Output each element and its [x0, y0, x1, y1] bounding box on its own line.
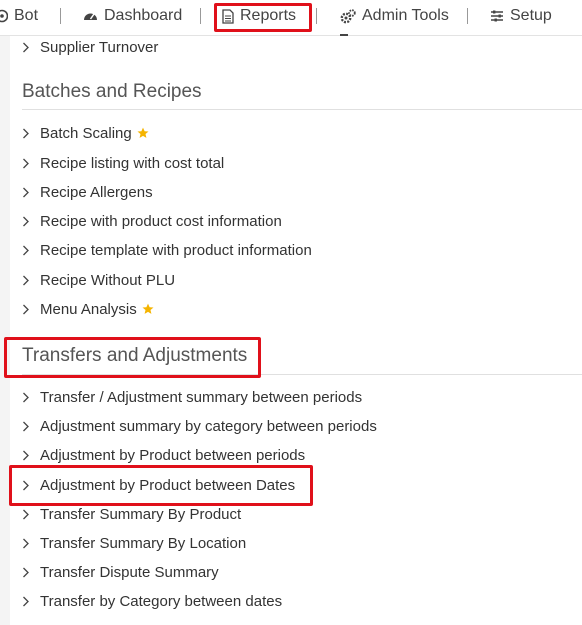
nav-bot[interactable]: Bot	[0, 0, 38, 32]
report-link-label: Transfer by Category between dates	[40, 592, 283, 610]
gears-icon	[340, 8, 356, 24]
left-gutter	[0, 36, 10, 625]
chevron-right-icon	[22, 158, 40, 169]
favorite-star-icon	[142, 303, 154, 315]
chevron-right-icon	[22, 128, 40, 139]
chevron-right-icon	[22, 567, 40, 578]
report-link-label: Recipe Without PLU	[40, 271, 176, 289]
report-link-recipe-listing[interactable]: Recipe listing with cost total	[22, 152, 224, 174]
highlight-adjustment-dates-box	[9, 465, 313, 506]
chevron-right-icon	[22, 216, 40, 227]
section-divider	[22, 109, 582, 110]
nav-separator	[467, 8, 468, 24]
highlight-transfers-title-box	[4, 337, 261, 378]
chevron-right-icon	[22, 509, 40, 520]
chevron-right-icon	[22, 275, 40, 286]
report-link-label: Menu Analysis	[40, 300, 137, 318]
report-link-transfer-dispute-summary[interactable]: Transfer Dispute Summary	[22, 561, 219, 583]
report-link-label: Transfer / Adjustment summary between pe…	[40, 388, 363, 406]
report-link-label: Recipe Allergens	[40, 183, 153, 201]
nav-admin-tools-label: Admin Tools	[362, 7, 449, 24]
report-link-supplier-turnover[interactable]: Supplier Turnover	[22, 36, 158, 58]
report-link-label: Recipe listing with cost total	[40, 154, 225, 172]
sliders-icon	[490, 9, 504, 23]
dashboard-gauge-icon	[83, 9, 98, 23]
chevron-right-icon	[22, 596, 40, 607]
report-link-transfer-adjustment-summary[interactable]: Transfer / Adjustment summary between pe…	[22, 386, 362, 408]
report-link-label: Transfer Summary By Product	[40, 505, 242, 523]
chevron-right-icon	[22, 421, 40, 432]
nav-dashboard[interactable]: Dashboard	[83, 0, 182, 32]
report-link-label: Adjustment by Product between periods	[40, 446, 306, 464]
report-link-recipe-allergens[interactable]: Recipe Allergens	[22, 181, 153, 203]
chevron-right-icon	[22, 450, 40, 461]
nav-setup[interactable]: Setup	[490, 0, 552, 32]
report-link-transfer-category-dates[interactable]: Transfer by Category between dates	[22, 590, 282, 612]
nav-separator	[60, 8, 61, 24]
report-link-transfer-summary-location[interactable]: Transfer Summary By Location	[22, 532, 246, 554]
report-link-label: Transfer Dispute Summary	[40, 563, 219, 581]
chevron-right-icon	[22, 304, 40, 315]
report-link-adjustment-product-periods[interactable]: Adjustment by Product between periods	[22, 444, 305, 466]
report-link-recipe-template[interactable]: Recipe template with product information	[22, 239, 312, 261]
nav-dashboard-label: Dashboard	[104, 7, 183, 24]
nav-separator	[200, 8, 201, 24]
nav-setup-label: Setup	[510, 7, 552, 24]
nav-separator	[316, 8, 317, 24]
report-link-menu-analysis[interactable]: Menu Analysis	[22, 298, 154, 320]
nav-admin-tools[interactable]: Admin Tools	[340, 0, 449, 32]
chevron-right-icon	[22, 42, 40, 53]
report-link-transfer-summary-product[interactable]: Transfer Summary By Product	[22, 503, 241, 525]
chevron-right-icon	[22, 187, 40, 198]
favorite-star-icon	[137, 127, 149, 139]
report-link-label: Transfer Summary By Location	[40, 534, 247, 552]
chevron-right-icon	[22, 538, 40, 549]
report-link-label: Adjustment summary by category between p…	[40, 417, 377, 435]
highlight-reports-box	[214, 3, 312, 32]
report-link-recipe-product-cost[interactable]: Recipe with product cost information	[22, 210, 282, 232]
report-link-label: Recipe template with product information	[40, 241, 312, 259]
report-link-recipe-without-plu[interactable]: Recipe Without PLU	[22, 269, 175, 291]
report-link-adjustment-summary-category[interactable]: Adjustment summary by category between p…	[22, 415, 377, 437]
report-link-label: Supplier Turnover	[40, 38, 159, 56]
chevron-right-icon	[22, 392, 40, 403]
nav-bot-label: Bot	[14, 7, 39, 24]
bot-icon	[0, 9, 8, 23]
chevron-right-icon	[22, 245, 40, 256]
report-link-label: Recipe with product cost information	[40, 212, 282, 230]
report-link-label: Batch Scaling	[40, 124, 132, 142]
section-title-batches-and-recipes: Batches and Recipes	[22, 81, 202, 102]
admin-tools-underline	[340, 34, 348, 36]
report-link-batch-scaling[interactable]: Batch Scaling	[22, 122, 149, 144]
